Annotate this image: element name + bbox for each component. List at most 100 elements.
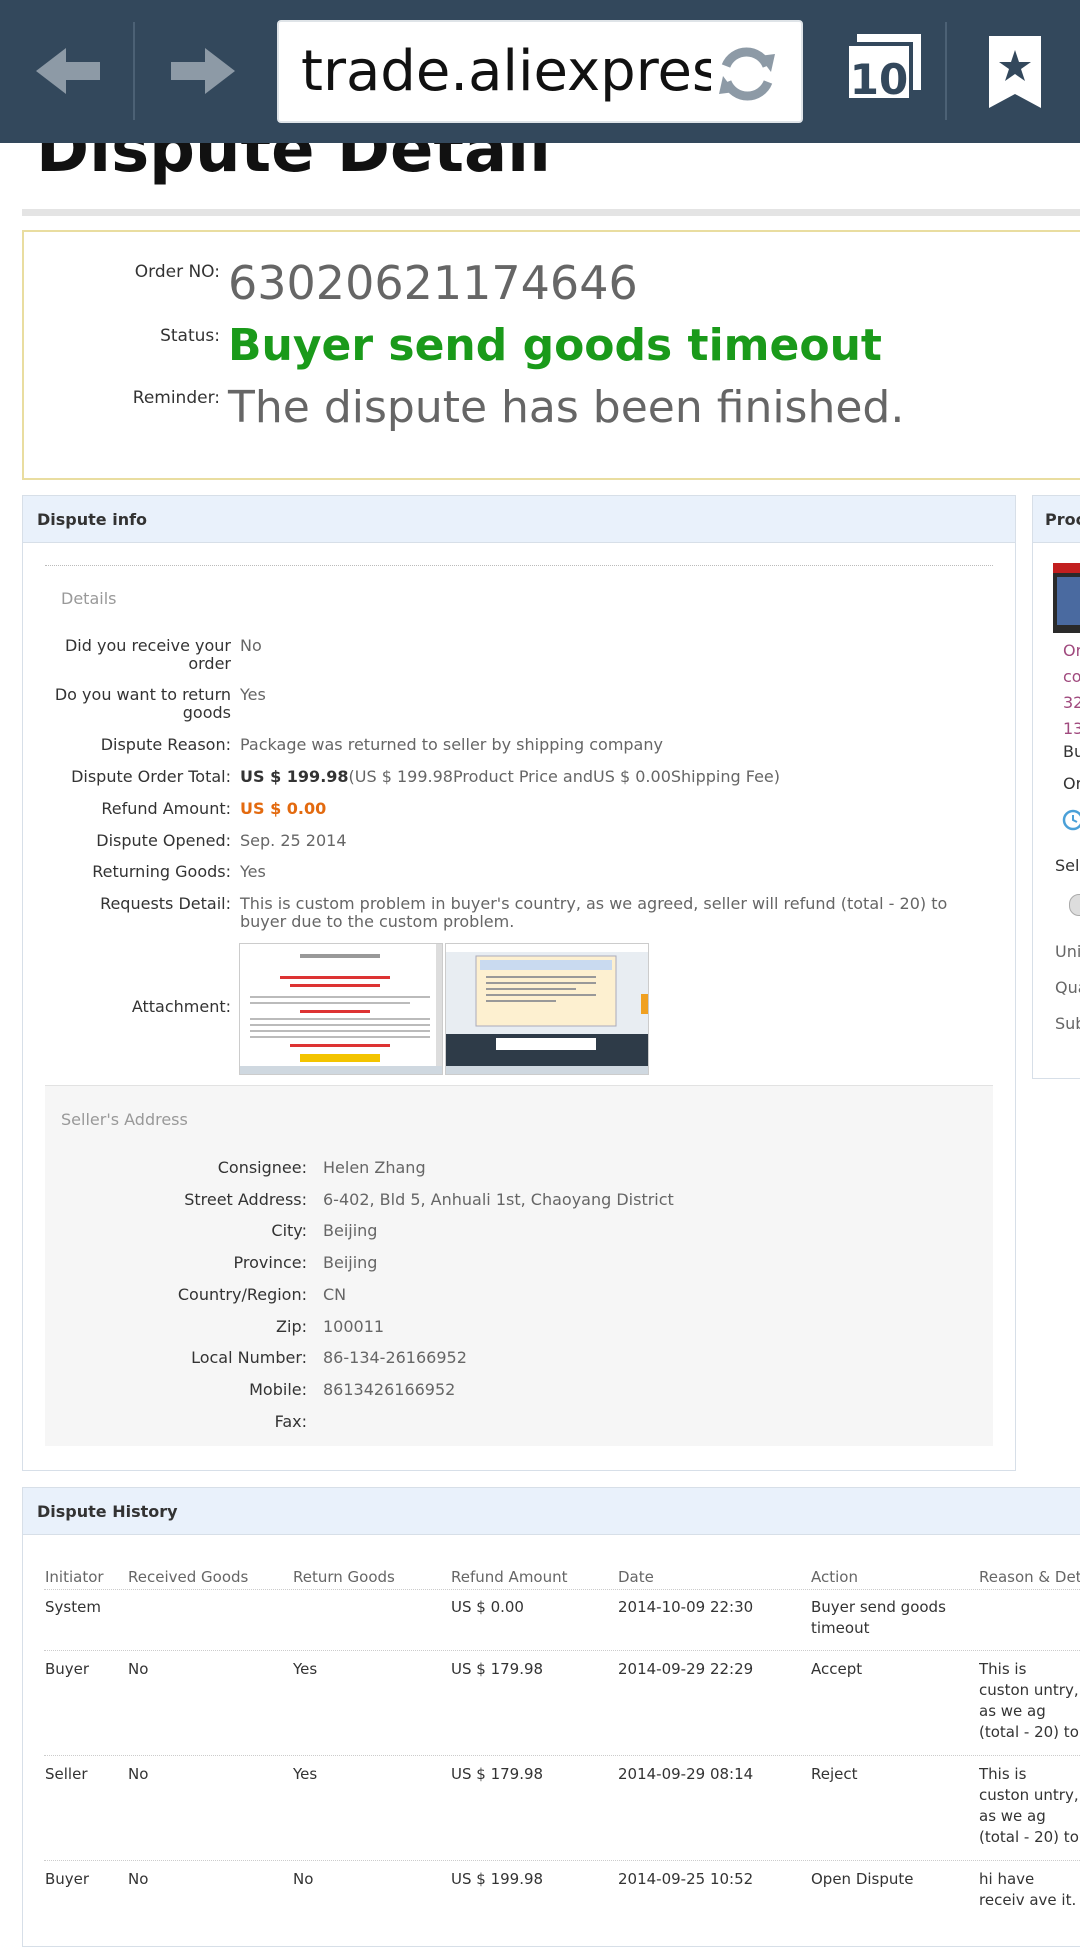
dispute-reason-value: Package was returned to seller by shippi… [240,735,663,754]
table-divider [44,1650,1080,1651]
bookmark-button[interactable] [975,28,1055,118]
details-label: Details [61,589,117,608]
local-number-label: Local Number: [191,1348,307,1367]
product-link-line: Ori [1063,641,1080,660]
fax-label: Fax: [274,1412,307,1431]
product-order-text: Ord [1063,774,1080,793]
cell-reason: This is custon untry, as we ag (total - … [979,1660,1079,1741]
dispute-history-heading: Dispute History [37,1502,178,1521]
reminder-value: The dispute has been finished. [228,382,905,433]
bookmark-icon [989,36,1041,108]
country-value: CN [323,1285,347,1304]
cell-date: 2014-09-29 08:14 [618,1765,754,1783]
forward-button[interactable] [135,0,268,143]
url-bar[interactable]: trade.aliexpress. [277,20,803,123]
requests-detail-label: Requests Detail: [100,894,231,913]
table-divider [44,1589,1080,1590]
cell-initiator: System [45,1598,101,1616]
cell-received: No [128,1660,149,1678]
dispute-opened-value: Sep. 25 2014 [240,831,347,850]
forward-arrow-icon [171,48,235,94]
returning-goods-value: Yes [240,862,266,881]
street-address-label: Street Address: [184,1190,307,1209]
back-arrow-icon [36,48,100,94]
product-stat-text: Uni [1055,942,1080,961]
cell-return: Yes [293,1765,318,1783]
cell-received: No [128,1765,149,1783]
product-seller-text: Sell [1055,856,1080,875]
receive-order-value: No [240,636,262,655]
refund-amount-label: Refund Amount: [101,799,231,818]
attachment-label: Attachment: [131,997,231,1016]
cell-refund: US $ 0.00 [451,1598,524,1616]
cell-refund: US $ 179.98 [451,1660,544,1678]
product-title-link[interactable]: Ori co 32 13 [1063,638,1080,742]
col-action: Action [811,1568,858,1586]
dispute-summary: Order NO: 63020621174646 Status: Buyer s… [22,230,1080,480]
col-date: Date [618,1568,654,1586]
table-divider [44,1860,1080,1861]
toolbar-divider [945,22,947,120]
cell-return: No [293,1870,314,1888]
document-screenshot-icon [240,944,442,1074]
status-label: Status: [160,326,220,346]
title-divider [22,209,1080,216]
city-label: City: [271,1221,307,1240]
col-reason-details: Reason & Deta [979,1568,1080,1586]
cell-reason: hi have receiv ave it. custom [979,1870,1077,1909]
zip-label: Zip: [276,1317,307,1336]
zip-value: 100011 [323,1317,385,1336]
cell-reason: This is custon untry, as we ag (total - … [979,1765,1079,1846]
url-text[interactable]: trade.aliexpress. [301,42,711,102]
order-total-amount: US $ 199.98 [240,767,349,786]
back-button[interactable] [0,0,133,143]
seller-address-section: Seller's Address Consignee: Helen Zhang … [45,1085,993,1446]
reminder-label: Reminder: [132,388,220,408]
email-screenshot-icon [446,944,648,1074]
cell-action: Reject [811,1765,858,1783]
return-goods-question-label: Do you want to return goods [54,685,231,722]
cell-initiator: Buyer [45,1660,90,1678]
reload-button[interactable] [709,36,785,112]
order-total-breakdown: (US $ 199.98Product Price andUS $ 0.00Sh… [348,767,781,786]
dispute-info-heading: Dispute info [37,510,148,529]
cell-refund: US $ 179.98 [451,1765,544,1783]
returning-goods-label: Returning Goods: [92,862,231,881]
cell-return: Yes [293,1660,318,1678]
consignee-label: Consignee: [217,1158,307,1177]
order-total-label: Dispute Order Total: [71,767,231,786]
product-stat-text: Sub [1055,1014,1080,1033]
seller-address-heading: Seller's Address [61,1110,188,1129]
product-panel: Proc Ori co 32 13 Bu Ord Sell Uni Qua Su… [1032,495,1080,1079]
cell-date: 2014-10-09 22:30 [618,1598,754,1616]
col-initiator: Initiator [45,1568,104,1586]
return-goods-question-value: Yes [240,685,266,704]
cell-received: No [128,1870,149,1888]
divider [45,565,993,566]
cell-date: 2014-09-25 10:52 [618,1870,754,1888]
receive-order-label: Did you receive your order [64,636,231,673]
product-thumbnail[interactable] [1053,563,1080,633]
product-link-line: 13 [1063,719,1080,738]
consignee-value: Helen Zhang [323,1158,426,1177]
attachment-thumbnail[interactable] [445,943,649,1075]
dispute-history-panel: Dispute History [22,1487,1080,1947]
browser-toolbar: trade.aliexpress. 10 [0,0,1080,143]
dispute-reason-label: Dispute Reason: [100,735,231,754]
product-link-line: co [1063,667,1080,686]
street-address-value: 6-402, Bld 5, Anhuali 1st, Chaoyang Dist… [323,1190,674,1209]
product-panel-heading: Proc [1045,510,1080,529]
attachment-thumbnail[interactable] [239,943,443,1075]
order-total-value: US $ 199.98(US $ 199.98Product Price and… [240,768,780,786]
cell-initiator: Buyer [45,1870,90,1888]
col-received-goods: Received Goods [128,1568,249,1586]
refund-amount-value: US $ 0.00 [240,799,327,818]
product-link-line: 32 [1063,693,1080,712]
clock-icon [1061,808,1080,836]
cell-action: Buyer send goods timeout [811,1598,946,1637]
dispute-opened-label: Dispute Opened: [96,831,231,850]
cell-initiator: Seller [45,1765,88,1783]
cell-date: 2014-09-29 22:29 [618,1660,754,1678]
cell-action: Accept [811,1660,863,1678]
status-value: Buyer send goods timeout [228,320,882,371]
